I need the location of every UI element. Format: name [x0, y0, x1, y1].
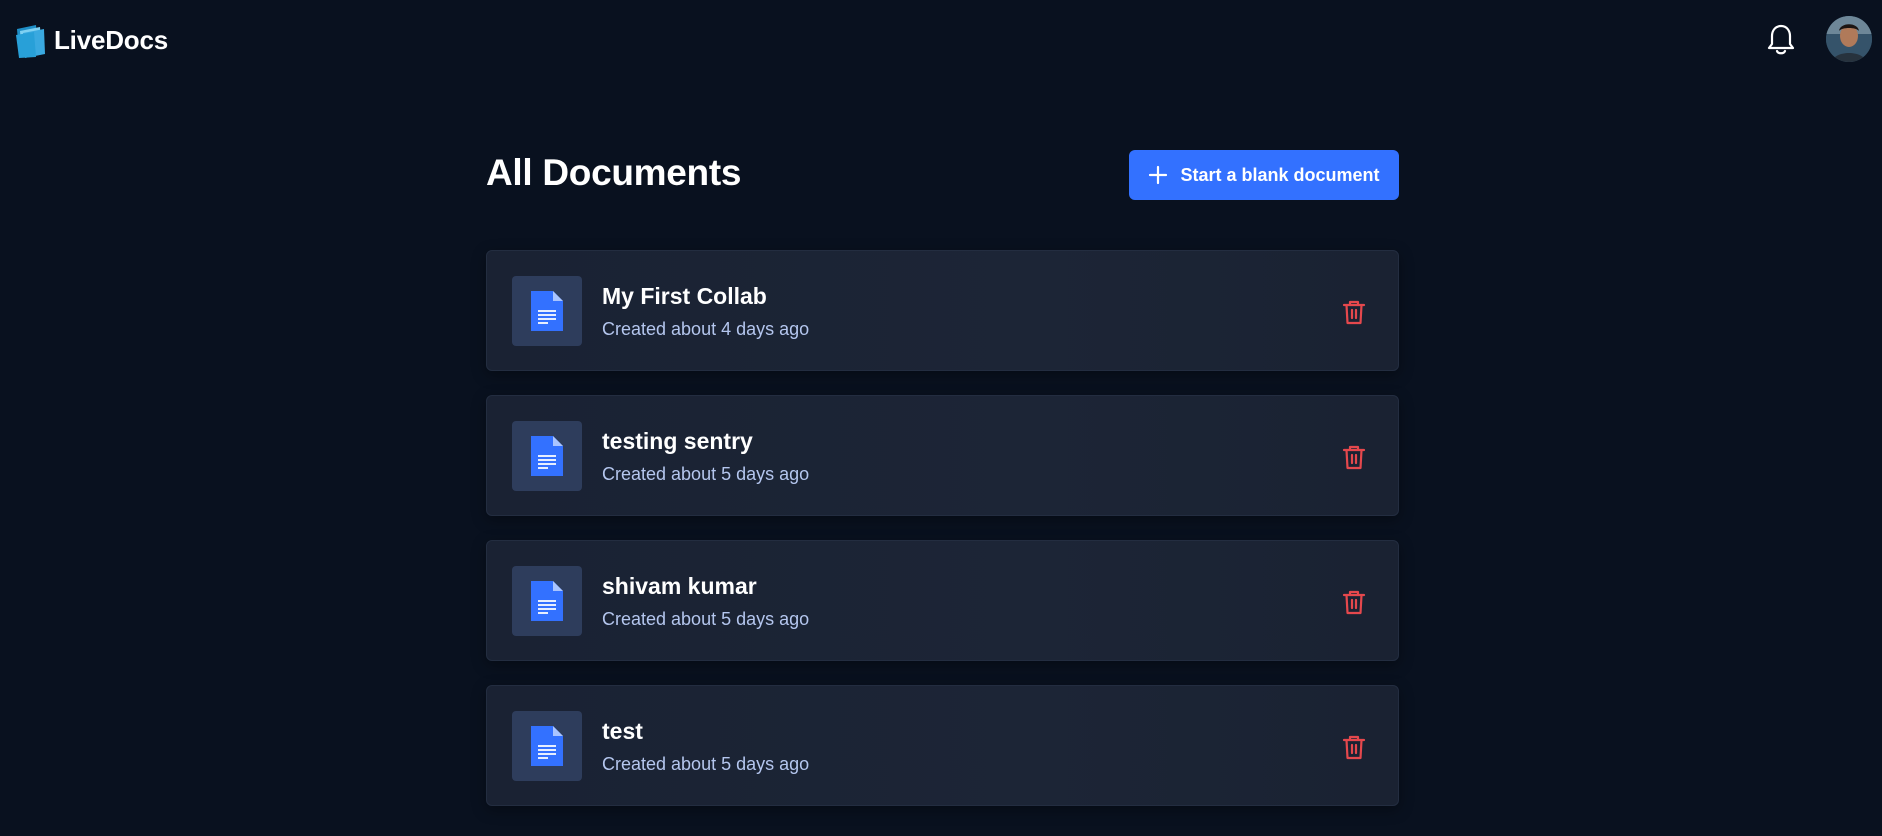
- app-name: LiveDocs: [54, 24, 169, 55]
- start-blank-document-label: Start a blank document: [1180, 164, 1380, 185]
- document-icon: [531, 581, 563, 621]
- document-created-at: Created about 5 days ago: [602, 464, 810, 484]
- document-list: My First Collab Created about 4 days ago: [486, 250, 1399, 830]
- plus-icon: [1149, 165, 1168, 185]
- document-title[interactable]: My First Collab: [602, 283, 767, 310]
- document-created-at: Created about 4 days ago: [602, 319, 810, 339]
- document-title[interactable]: test: [602, 718, 643, 745]
- delete-document-button[interactable]: [1342, 299, 1366, 325]
- start-blank-document-button[interactable]: Start a blank document: [1129, 150, 1399, 200]
- document-card[interactable]: My First Collab Created about 4 days ago: [486, 250, 1399, 371]
- delete-document-button[interactable]: [1342, 589, 1366, 615]
- document-created-at: Created about 5 days ago: [602, 609, 810, 629]
- delete-document-button[interactable]: [1342, 444, 1366, 470]
- trash-icon: [1342, 590, 1366, 615]
- folder-logo-icon: [16, 25, 45, 58]
- delete-document-button[interactable]: [1342, 734, 1366, 760]
- document-card[interactable]: test Created about 5 days ago: [486, 685, 1399, 806]
- document-icon: [531, 436, 563, 476]
- trash-icon: [1342, 300, 1366, 325]
- brand-link[interactable]: LiveDocs: [14, 20, 168, 60]
- document-title[interactable]: testing sentry: [602, 428, 753, 455]
- document-icon-tile: [512, 566, 582, 636]
- document-icon: [531, 726, 563, 766]
- document-icon: [531, 291, 563, 331]
- document-icon-tile: [512, 421, 582, 491]
- main-content: All Documents Start a blank document My …: [486, 148, 1399, 806]
- document-card[interactable]: shivam kumar Created about 5 days ago: [486, 540, 1399, 661]
- top-bar: LiveDocs: [0, 0, 1882, 80]
- user-avatar[interactable]: [1826, 16, 1872, 62]
- page-title: All Documents: [486, 152, 742, 193]
- document-card[interactable]: testing sentry Created about 5 days ago: [486, 395, 1399, 516]
- documents-header: All Documents Start a blank document: [486, 148, 1399, 200]
- document-created-at: Created about 5 days ago: [602, 754, 810, 774]
- document-icon-tile: [512, 711, 582, 781]
- document-title[interactable]: shivam kumar: [602, 573, 757, 600]
- trash-icon: [1342, 445, 1366, 470]
- trash-icon: [1342, 735, 1366, 760]
- bell-icon[interactable]: [1766, 22, 1796, 56]
- document-icon-tile: [512, 276, 582, 346]
